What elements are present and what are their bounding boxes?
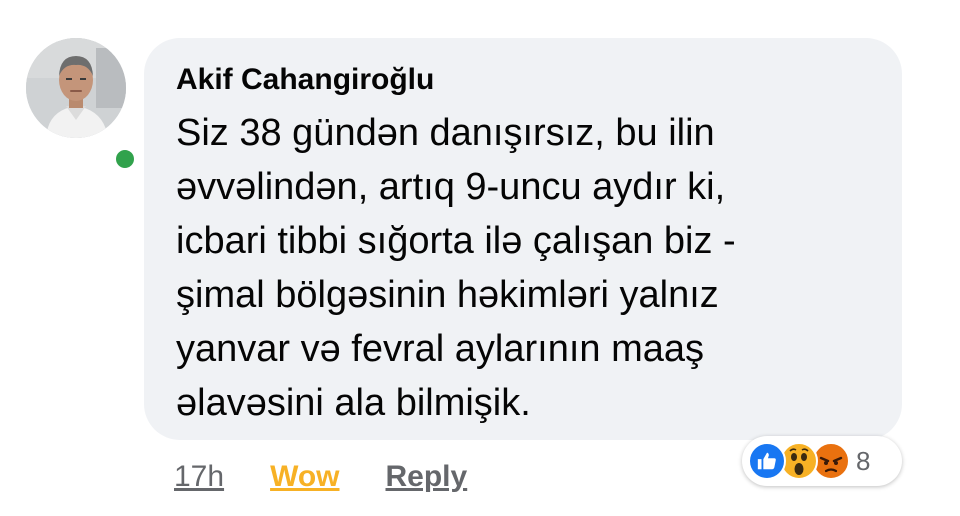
comment-timestamp[interactable]: 17h [174, 460, 224, 494]
online-status-indicator [112, 146, 138, 172]
avatar[interactable] [26, 38, 126, 138]
comment-text-line: əlavəsini ala bilmişik. [176, 382, 531, 424]
like-icon [748, 442, 786, 480]
avatar-container[interactable] [26, 38, 138, 172]
comment-text-line: Siz 38 gündən danışırsız, bu ilin [176, 112, 715, 154]
comment-text-line: şimal bölgəsinin həkimləri yalnız [176, 274, 719, 316]
comment-text-line: yanvar və fevral aylarının maaş [176, 328, 705, 370]
reaction-count: 8 [856, 445, 871, 476]
avatar-photo [26, 38, 126, 138]
comment-bubble: Akif Cahangiroğlu Siz 38 gündən danışırs… [144, 38, 902, 440]
comment-actions: 17h Wow Reply [174, 455, 467, 499]
reaction-button[interactable]: Wow [270, 460, 339, 494]
comment-text-line: əvvəlindən, artıq 9-uncu aydır ki, [176, 166, 726, 208]
reaction-summary[interactable]: 8 [742, 436, 902, 486]
comment-author-name[interactable]: Akif Cahangiroğlu [176, 60, 870, 100]
reply-button[interactable]: Reply [386, 460, 468, 494]
comment-text-line: icbari tibbi sığorta ilə çalışan biz - [176, 220, 736, 262]
